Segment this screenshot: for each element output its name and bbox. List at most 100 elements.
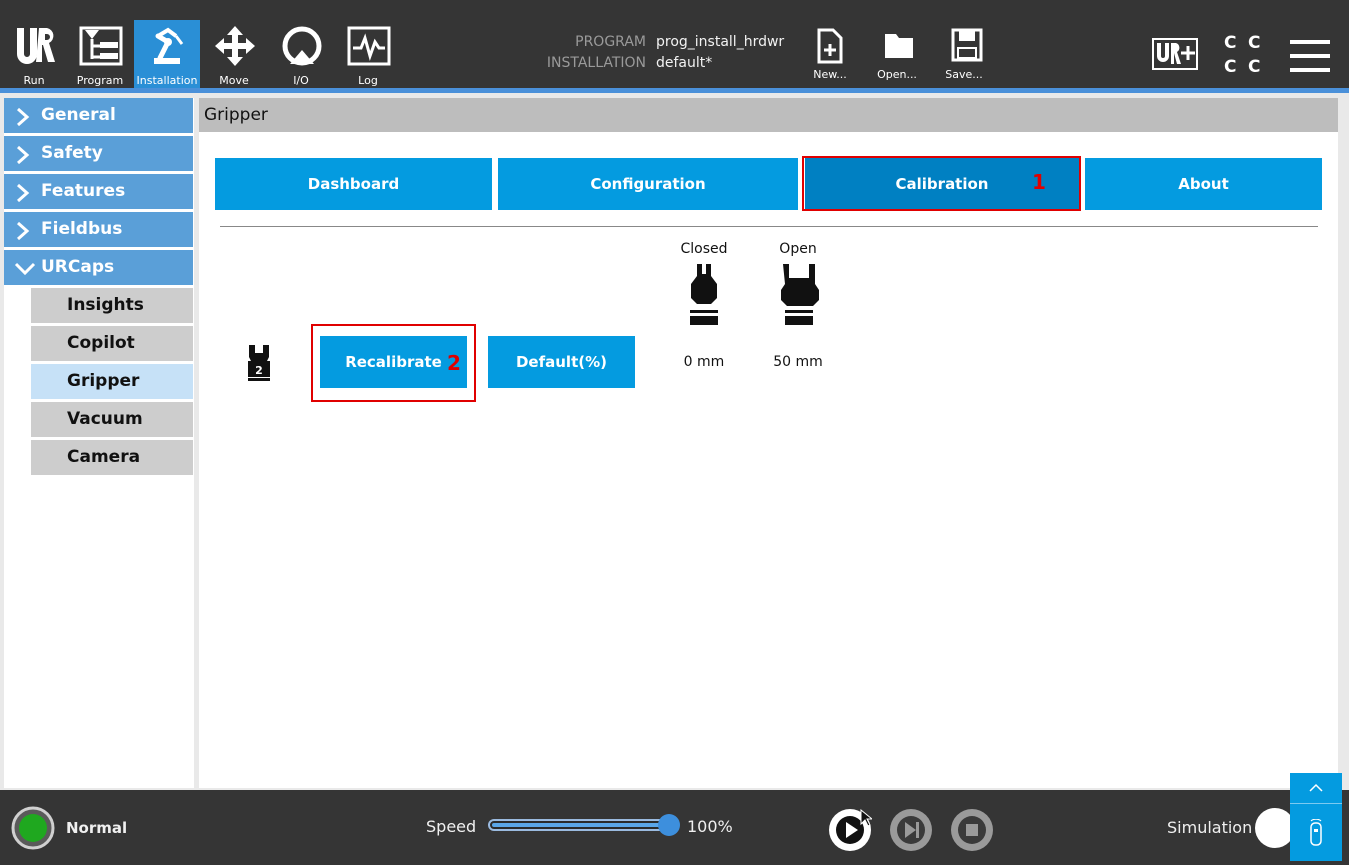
sidebar-item-safety[interactable]: Safety — [4, 136, 193, 172]
save-disk-icon — [951, 28, 983, 62]
top-bar: Run Program Installation Move I/O Log PR… — [0, 0, 1349, 88]
sidebar-subitem-copilot[interactable]: Copilot — [31, 326, 193, 362]
nav-tab-run[interactable]: Run — [1, 20, 67, 88]
io-icon — [282, 26, 322, 66]
sidebar-subitem-insights[interactable]: Insights — [31, 288, 193, 324]
robot-arm-icon — [154, 27, 184, 64]
program-key: PROGRAM — [575, 34, 646, 50]
sidebar-subitem-gripper[interactable]: Gripper — [31, 364, 193, 400]
gripper-closed-icon — [690, 264, 718, 325]
annotation-marker-2: 2 — [447, 351, 461, 375]
nav-tab-label: I/O — [293, 74, 309, 87]
sidebar-subitem-label: Gripper — [67, 371, 140, 391]
sidebar-subitem-vacuum[interactable]: Vacuum — [31, 402, 193, 438]
sidebar-subitem-label: Vacuum — [67, 409, 143, 429]
sidebar-item-general[interactable]: General — [4, 98, 193, 134]
nav-tab-installation[interactable]: Installation — [134, 20, 200, 88]
chevron-right-icon — [17, 221, 30, 241]
folder-icon — [885, 34, 913, 58]
bottom-bar: Normal Speed 100% Simulation — [0, 790, 1349, 865]
sidebar-item-label: Safety — [41, 143, 103, 163]
speed-slider-knob[interactable] — [658, 814, 680, 836]
sidebar-item-fieldbus[interactable]: Fieldbus — [4, 212, 193, 248]
nav-tab-move[interactable]: Move — [201, 20, 267, 88]
tab-label: About — [1178, 175, 1229, 193]
gripper-open-icon — [781, 264, 819, 325]
page-title: Gripper — [204, 105, 268, 125]
annotation-marker-1: 1 — [1032, 170, 1046, 194]
new-button[interactable]: New... — [800, 28, 860, 84]
new-label: New... — [813, 68, 847, 81]
sidebar-subitem-label: Camera — [67, 447, 141, 467]
gripper-panel: Gripper Dashboard Configuration Calibrat… — [199, 98, 1338, 788]
nav-tab-program[interactable]: Program — [67, 20, 133, 88]
installation-sidebar: General Safety Features Fieldbus URCaps … — [4, 98, 194, 788]
mouse-cursor-icon — [860, 809, 872, 827]
nav-tab-io[interactable]: I/O — [268, 20, 334, 88]
panel-header: Gripper — [199, 98, 1338, 132]
sidebar-item-urcaps[interactable]: URCaps — [4, 250, 193, 286]
chevron-down-icon — [14, 262, 36, 276]
tab-configuration[interactable]: Configuration — [498, 158, 798, 210]
save-label: Save... — [945, 68, 983, 81]
sidebar-subitem-camera[interactable]: Camera — [31, 440, 193, 476]
teach-pendant-icon[interactable] — [1308, 819, 1324, 849]
nav-tab-label: Move — [219, 74, 249, 87]
gripper-badge: 2 — [255, 364, 263, 377]
log-graph-icon — [347, 26, 391, 66]
status-indicator-icon[interactable] — [11, 806, 55, 850]
gripper-icon: 2 — [248, 345, 270, 381]
tab-dashboard[interactable]: Dashboard — [215, 158, 492, 210]
installation-name: default* — [656, 55, 713, 71]
collapse-up-icon[interactable] — [1308, 781, 1324, 795]
chevron-right-icon — [17, 183, 30, 203]
default-label: Default(%) — [515, 353, 607, 371]
speed-label: Speed — [426, 817, 477, 836]
program-tree-icon — [79, 26, 123, 66]
tab-divider — [220, 226, 1318, 227]
side-panel — [1290, 773, 1342, 861]
save-button[interactable]: Save... — [934, 28, 994, 84]
nav-tab-label: Run — [23, 74, 45, 87]
open-value: 50 mm — [773, 354, 823, 370]
simulation-toggle[interactable] — [1255, 808, 1295, 848]
stop-button[interactable] — [951, 809, 993, 851]
urplus-icon[interactable] — [1152, 38, 1198, 70]
nav-tab-log[interactable]: Log — [335, 20, 401, 88]
sidebar-item-label: URCaps — [41, 257, 115, 277]
step-button[interactable] — [890, 809, 932, 851]
hamburger-menu-icon[interactable] — [1290, 39, 1330, 73]
default-percent-button[interactable]: Default(%) — [488, 336, 635, 388]
sidebar-item-label: General — [41, 105, 116, 125]
nav-tab-label: Log — [358, 74, 378, 87]
sidebar-item-label: Fieldbus — [41, 219, 123, 239]
open-button[interactable]: Open... — [867, 28, 927, 84]
simulation-label: Simulation — [1167, 818, 1253, 837]
move-arrows-icon — [215, 26, 255, 66]
installation-key: INSTALLATION — [546, 55, 646, 71]
step-forward-icon — [897, 816, 925, 844]
sidebar-subitem-label: Copilot — [67, 333, 135, 353]
chevron-right-icon — [17, 145, 30, 165]
side-panel-divider — [1290, 803, 1342, 804]
closed-value: 0 mm — [683, 354, 725, 370]
speed-slider-fill — [492, 823, 670, 827]
tab-about[interactable]: About — [1085, 158, 1322, 210]
nav-tab-label: Installation — [136, 74, 198, 87]
sidebar-item-label: Features — [41, 181, 126, 201]
remote-control-indicator: C C C C — [1224, 33, 1261, 77]
sidebar-item-features[interactable]: Features — [4, 174, 193, 210]
sidebar-subitem-label: Insights — [67, 295, 144, 315]
stop-icon — [958, 816, 986, 844]
tab-label: Configuration — [590, 175, 706, 193]
ur-logo-icon — [17, 28, 55, 64]
speed-value: 100% — [687, 817, 733, 836]
app-window: Run Program Installation Move I/O Log PR… — [0, 0, 1349, 865]
chevron-right-icon — [17, 107, 30, 127]
speed-slider[interactable] — [488, 819, 674, 831]
open-label: Open... — [877, 68, 917, 81]
nav-tab-label: Program — [76, 74, 124, 87]
new-file-icon — [817, 28, 843, 64]
open-label: Open — [779, 241, 817, 257]
robot-status: Normal — [66, 819, 128, 837]
